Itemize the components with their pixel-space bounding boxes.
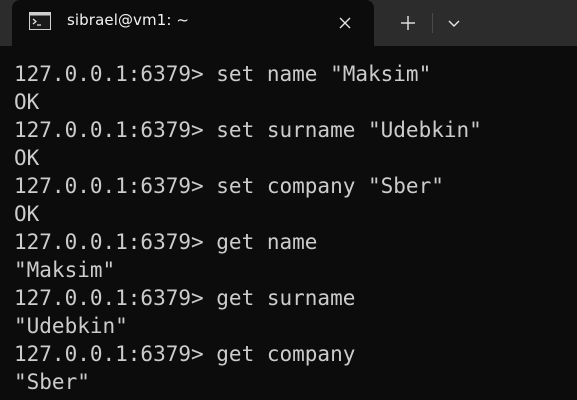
terminal-line: "Maksim" <box>14 258 116 282</box>
terminal-line: 127.0.0.1:6379> set company "Sber" <box>14 174 444 198</box>
terminal-icon <box>29 12 51 30</box>
close-icon[interactable] <box>332 10 358 36</box>
terminal-line: 127.0.0.1:6379> get company <box>14 342 356 366</box>
plus-icon[interactable] <box>393 10 423 36</box>
terminal-line: OK <box>14 202 40 226</box>
tab-title: sibrael@vm1: ~ <box>67 11 190 29</box>
terminal-line: OK <box>14 146 40 170</box>
title-bar: sibrael@vm1: ~ <box>0 0 577 46</box>
terminal-line: 127.0.0.1:6379> set name "Maksim" <box>14 62 432 86</box>
tab-separator <box>432 13 433 33</box>
tab-terminal[interactable]: sibrael@vm1: ~ <box>12 0 374 46</box>
terminal-line: "Sber" <box>14 370 90 394</box>
terminal-output[interactable]: 127.0.0.1:6379> set name "Maksim" OK 127… <box>0 46 577 400</box>
terminal-line: 127.0.0.1:6379> get name <box>14 230 318 254</box>
chevron-down-icon[interactable] <box>440 10 468 36</box>
terminal-window: sibrael@vm1: ~ 127.0.0.1:6379> set name … <box>0 0 577 400</box>
terminal-line: "Udebkin" <box>14 314 128 338</box>
terminal-line: OK <box>14 90 40 114</box>
terminal-line: 127.0.0.1:6379> get surname <box>14 286 356 310</box>
terminal-line: 127.0.0.1:6379> set surname "Udebkin" <box>14 118 482 142</box>
